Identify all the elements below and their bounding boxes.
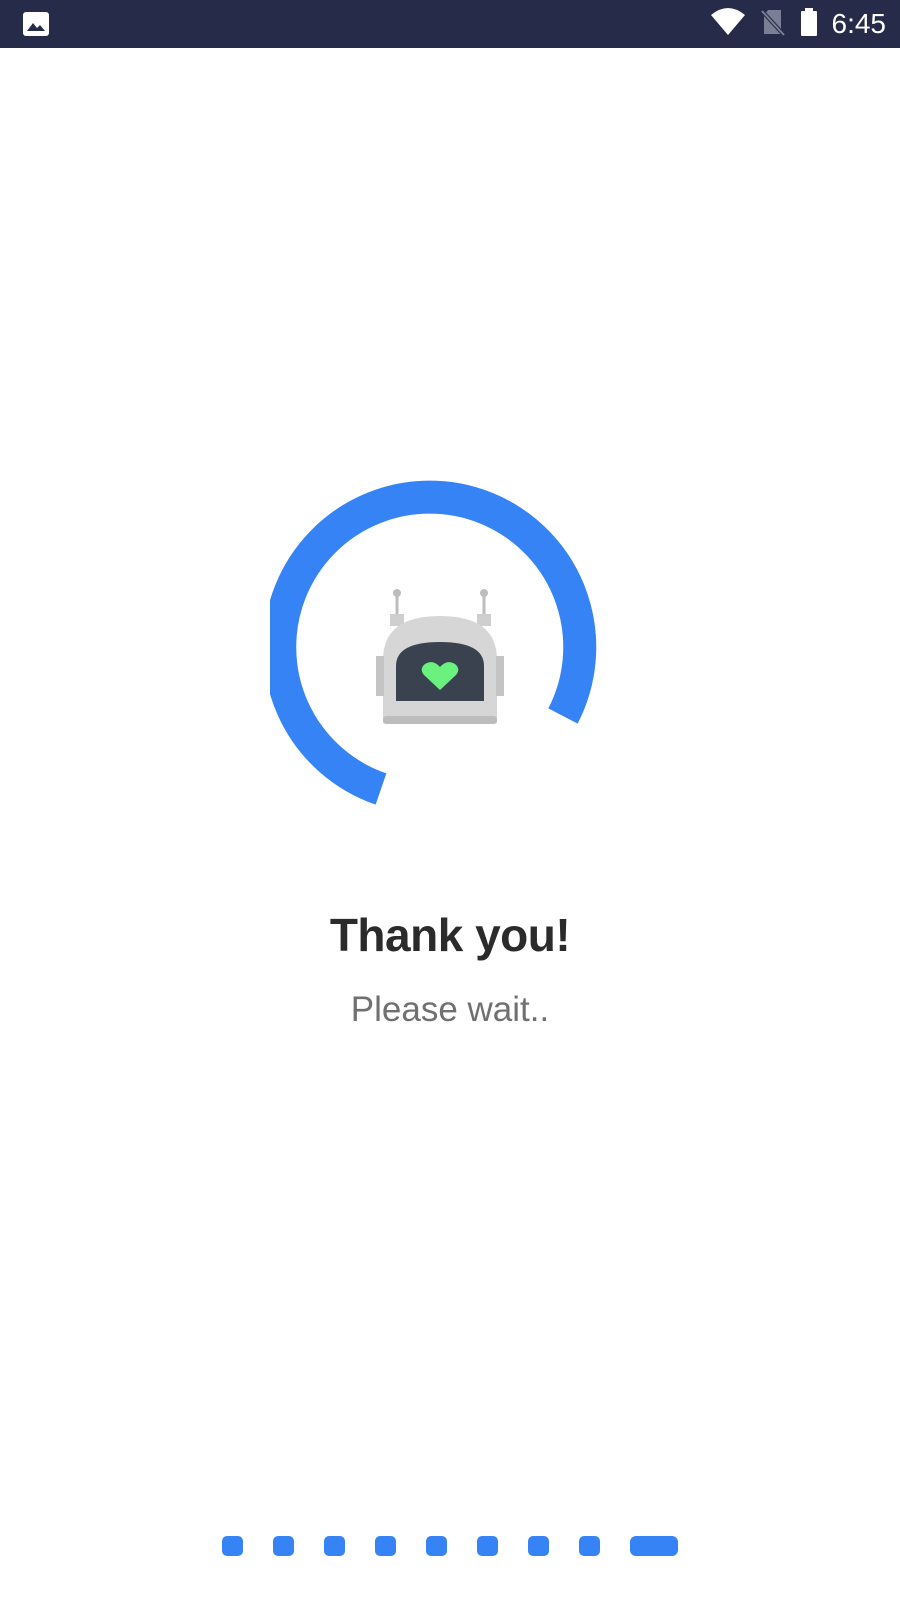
status-bar: 6:45: [0, 0, 900, 48]
page-dot-active: [630, 1536, 678, 1556]
status-message: Please wait..: [350, 990, 550, 1029]
no-sim-icon: [760, 7, 786, 42]
page-dot: [528, 1536, 549, 1556]
page-title: Thank you!: [329, 909, 571, 961]
wifi-icon: [710, 7, 746, 42]
battery-icon: [800, 7, 818, 42]
page-dot: [222, 1536, 243, 1556]
page-dot: [273, 1536, 294, 1556]
page-dot: [324, 1536, 345, 1556]
page-dot: [375, 1536, 396, 1556]
page-indicator: [0, 1534, 900, 1558]
page-dot: [426, 1536, 447, 1556]
status-icons: 6:45: [710, 0, 887, 48]
image-icon: [22, 11, 50, 37]
page-dot: [579, 1536, 600, 1556]
loading-indicator: [263, 480, 630, 840]
page-dot: [477, 1536, 498, 1556]
main-content: Thank you! Please wait..: [0, 48, 900, 1600]
status-time: 6:45: [831, 8, 887, 39]
robot-heart-icon: [376, 589, 504, 724]
